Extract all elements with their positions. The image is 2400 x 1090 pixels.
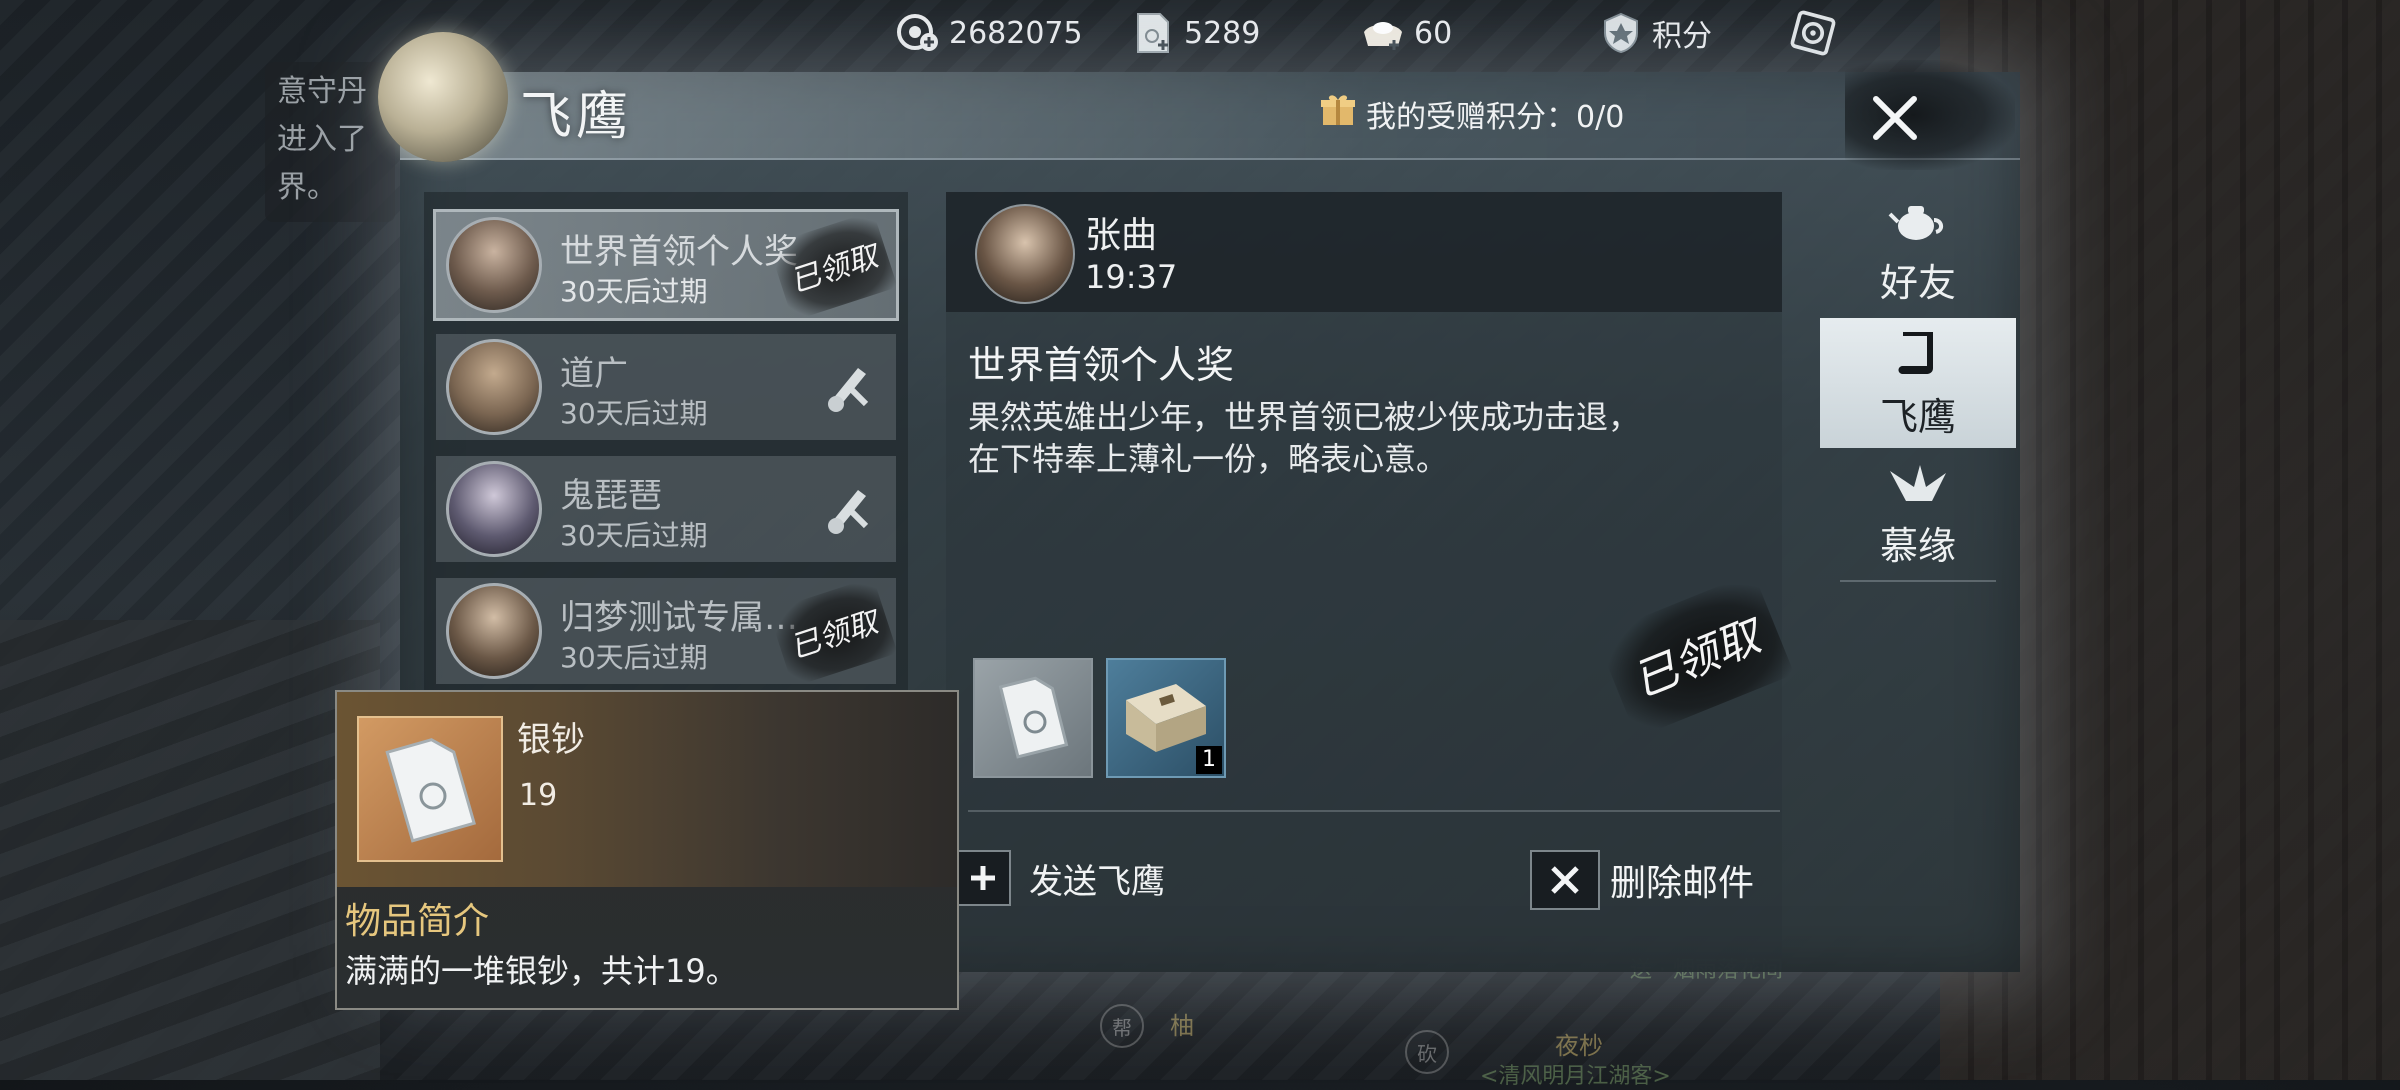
player-name: 柚: [1170, 1012, 1194, 1040]
mail-expiry: 30天后过期: [560, 397, 708, 430]
ingot-currency[interactable]: 60: [1360, 8, 1452, 58]
list-item[interactable]: 鬼琵琶 30天后过期: [436, 456, 896, 562]
banknote-add-icon: [1130, 10, 1176, 56]
list-item[interactable]: 世界首领个人奖 30天后过期 已领取: [433, 209, 899, 322]
banknote-icon: [998, 676, 1069, 759]
tab-label: 好友: [1879, 260, 1956, 305]
tab-label: 慕缘: [1879, 523, 1956, 568]
avatar: [446, 461, 542, 557]
coin-add-icon: [895, 10, 941, 56]
plus-icon: [955, 850, 1011, 906]
tooltip-section-title: 物品简介: [345, 901, 490, 942]
mail-sender-name: 道广: [560, 354, 628, 394]
banknote-icon: [385, 738, 476, 843]
avatar: [446, 339, 542, 435]
mail-expiry: 30天后过期: [560, 641, 708, 674]
side-tabs: 好友 飞鹰 慕缘: [1820, 172, 2016, 972]
attachment-count: 1: [1196, 746, 1222, 774]
sender-name: 张曲: [1085, 215, 1158, 256]
mail-time: 19:37: [1085, 258, 1178, 296]
avatar: [446, 217, 542, 313]
mail-sender-name: 鬼琵琶: [560, 476, 662, 516]
scroll-icon: [1898, 331, 1933, 374]
tooltip-item-quantity: 19: [519, 778, 558, 813]
divider: [968, 810, 1780, 812]
close-button[interactable]: [1855, 78, 1935, 158]
player-name: 夜杪: [1555, 1032, 1603, 1060]
ingot-amount: 60: [1414, 15, 1453, 51]
send-mail-label: 发送飞鹰: [1029, 861, 1165, 902]
mail-expiry: 30天后过期: [560, 275, 708, 308]
gift-box-icon: [1320, 92, 1356, 136]
settings-button[interactable]: [1790, 8, 1836, 58]
avatar: [446, 583, 542, 679]
banknote-currency[interactable]: 5289: [1130, 8, 1260, 58]
points-label: 积分: [1652, 19, 1712, 54]
roof-tiles: [0, 620, 380, 1080]
tooltip-item-slot: [357, 716, 503, 862]
gift-points: 我的受赠积分：0/0: [1320, 92, 1624, 136]
ingot-add-icon: [1360, 10, 1406, 56]
tab-mail[interactable]: 飞鹰: [1820, 318, 2016, 448]
mail-body-line: 在下特奉上薄礼一份，略表心意。: [968, 440, 1449, 478]
banknote-amount: 5289: [1184, 15, 1261, 51]
mail-body: 果然英雄出少年，世界首领已被少侠成功击退， 在下特奉上薄礼一份，略表心意。: [968, 396, 1748, 480]
paper-crane-icon: [1890, 464, 1946, 501]
item-tooltip: 银钞 19 物品简介 满满的一堆银钞，共计19。: [335, 690, 959, 1010]
tooltip-description: 满满的一堆银钞，共计19。: [345, 952, 738, 990]
chat-bubble: 意守丹进入了界。: [265, 62, 395, 222]
mail-body-line: 果然英雄出少年，世界首领已被少侠成功击退，: [968, 398, 1641, 436]
tooltip-item-name: 银钞: [517, 720, 585, 760]
player-title: <清风明月江湖客>: [1480, 1064, 1671, 1089]
divider: [1840, 580, 1996, 582]
tab-label: 飞鹰: [1879, 394, 1956, 439]
delete-mail-button[interactable]: 删除邮件: [1530, 850, 1754, 910]
delete-mail-label: 删除邮件: [1610, 863, 1755, 904]
scroll-unread-icon: [828, 368, 869, 412]
attachment-book[interactable]: 1: [1106, 658, 1226, 778]
teapot-icon: [1888, 205, 1943, 240]
close-icon: [1873, 96, 1917, 140]
panel-header: [400, 72, 2020, 160]
gift-points-text: 我的受赠积分：0/0: [1366, 100, 1625, 135]
silver-amount: 2682075: [949, 15, 1083, 51]
page-title: 飞鹰: [520, 87, 633, 147]
sender-avatar: [975, 204, 1075, 304]
mail-subject: 世界首领个人奖: [968, 343, 1235, 387]
close-icon: [1530, 850, 1600, 910]
silver-currency[interactable]: 2682075: [895, 8, 1083, 58]
tab-affinity[interactable]: 慕缘: [1820, 450, 2016, 580]
points-button[interactable]: 积分: [1598, 8, 1712, 58]
send-mail-button[interactable]: 发送飞鹰: [955, 850, 1165, 906]
shield-badge-icon: [1598, 10, 1644, 56]
moon-emblem-icon: [378, 32, 508, 162]
swirl-settings-icon: [1790, 10, 1836, 56]
guild-badge: 帮: [1100, 1004, 1144, 1048]
list-item[interactable]: 归梦测试专属… 30天后过期 已领取: [436, 576, 898, 688]
tab-friends[interactable]: 好友: [1820, 186, 2016, 316]
attachment-banknote[interactable]: [973, 658, 1093, 778]
scroll-unread-icon: [828, 490, 869, 534]
mail-expiry: 30天后过期: [560, 519, 708, 552]
guild-badge: 砍: [1405, 1030, 1449, 1074]
list-item[interactable]: 道广 30天后过期: [436, 334, 896, 440]
